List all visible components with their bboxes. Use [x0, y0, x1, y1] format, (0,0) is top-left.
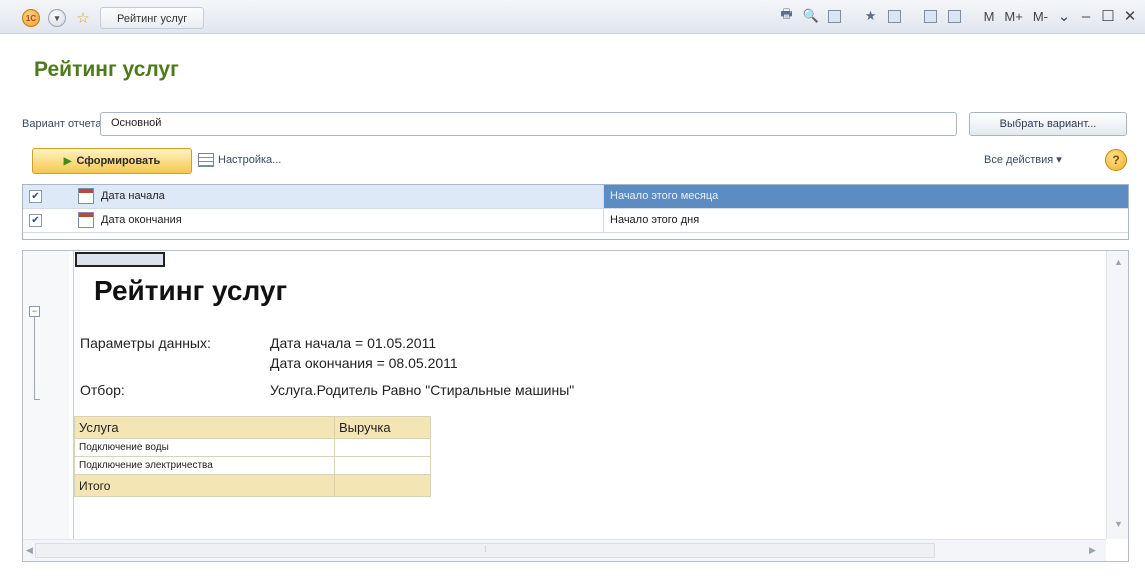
collapse-group-icon[interactable]: −	[29, 306, 40, 317]
generate-button-label: Сформировать	[76, 155, 161, 167]
favorites-star-icon[interactable]: ☆	[74, 9, 92, 27]
history-icon[interactable]	[885, 6, 905, 26]
calculator-icon[interactable]	[921, 6, 941, 26]
revenue-cell[interactable]	[334, 438, 431, 457]
filter-value: Услуга.Родитель Равно "Стиральные машины…	[270, 382, 575, 398]
settings-button[interactable]: Настройка...	[198, 153, 281, 167]
all-actions-menu[interactable]: Все действия ▾	[984, 153, 1062, 166]
total-label[interactable]: Итого	[74, 474, 335, 497]
save-icon[interactable]	[825, 6, 845, 26]
help-icon[interactable]: ?	[1105, 149, 1127, 171]
generate-button[interactable]: ▶ Сформировать	[32, 148, 192, 174]
memory-subtract-button[interactable]: M-	[1030, 9, 1051, 24]
add-favorite-icon[interactable]: ★	[861, 6, 881, 26]
revenue-cell[interactable]	[334, 456, 431, 475]
parameter-value: Начало этого дня	[610, 214, 700, 226]
calendar-icon	[78, 212, 94, 228]
parameter-name: Дата окончания	[101, 214, 182, 226]
window-tab[interactable]: Рейтинг услуг	[100, 7, 205, 29]
dropdown-icon[interactable]: ⌄	[1055, 7, 1073, 25]
memory-add-button[interactable]: M+	[1001, 9, 1025, 24]
print-icon[interactable]: 🖶	[777, 6, 797, 26]
parameters-table: ✔ Дата начала Начало этого месяца ✔ Дата…	[22, 184, 1129, 240]
table-row[interactable]: Подключение воды	[74, 438, 431, 457]
scroll-right-icon[interactable]: ▶	[1089, 545, 1096, 556]
total-row[interactable]: Итого	[74, 474, 431, 497]
grouping-gutter: −	[23, 251, 69, 539]
service-cell[interactable]: Подключение воды	[74, 438, 335, 457]
table-row[interactable]: Подключение электричества	[74, 456, 431, 475]
calendar-icon	[78, 188, 94, 204]
scroll-up-icon[interactable]: ▲	[1114, 257, 1123, 267]
title-bar: 1С ▾ ☆ Рейтинг услуг 🖶 🔍 ★ M M+ M- ⌄ – ☐…	[0, 0, 1145, 34]
scroll-thumb[interactable]: ⁝	[35, 543, 935, 558]
minimize-icon[interactable]: –	[1077, 8, 1095, 25]
settings-label: Настройка...	[218, 154, 282, 166]
parameter-value-cell[interactable]: Начало этого дня	[603, 209, 1128, 232]
parameter-checkbox[interactable]: ✔	[29, 190, 42, 203]
maximize-icon[interactable]: ☐	[1099, 7, 1117, 25]
scroll-down-icon[interactable]: ▼	[1114, 519, 1123, 529]
app-logo-icon[interactable]: 1С	[22, 9, 40, 27]
variant-field[interactable]: Основной	[100, 112, 957, 136]
report-table: Услуга Выручка Подключение воды Подключе…	[74, 416, 431, 497]
service-cell[interactable]: Подключение электричества	[74, 456, 335, 475]
memory-store-button[interactable]: M	[981, 9, 998, 24]
preview-icon[interactable]: 🔍	[801, 6, 821, 26]
parameter-row[interactable]: ✔ Дата начала Начало этого месяца	[23, 185, 1128, 209]
choose-variant-button[interactable]: Выбрать вариант...	[969, 112, 1127, 136]
calendar-icon[interactable]	[945, 6, 965, 26]
parameter-name: Дата начала	[101, 190, 165, 202]
page-title: Рейтинг услуг	[34, 58, 179, 81]
vertical-scrollbar[interactable]: ▲ ▼	[1106, 251, 1128, 539]
parameter-checkbox[interactable]: ✔	[29, 214, 42, 227]
parameter-value: Начало этого месяца	[610, 190, 719, 202]
param-start-date: Дата начала = 01.05.2011	[270, 335, 437, 351]
group-bracket	[34, 317, 40, 400]
column-header-service[interactable]: Услуга	[74, 416, 335, 439]
horizontal-scrollbar[interactable]: ◀ ⁝ ▶	[23, 539, 1106, 561]
variant-label: Вариант отчета:	[22, 118, 105, 130]
total-value[interactable]	[334, 474, 431, 497]
main-menu-button[interactable]: ▾	[48, 9, 66, 27]
selected-cell[interactable]	[75, 252, 165, 267]
close-icon[interactable]: ✕	[1121, 7, 1139, 25]
parameter-row[interactable]: ✔ Дата окончания Начало этого дня	[23, 209, 1128, 233]
column-header-revenue[interactable]: Выручка	[334, 416, 431, 439]
play-icon: ▶	[63, 156, 72, 167]
scroll-left-icon[interactable]: ◀	[26, 545, 33, 556]
report-document[interactable]: − Рейтинг услуг Параметры данных: Дата н…	[22, 250, 1129, 562]
params-label: Параметры данных:	[80, 335, 211, 351]
report-title: Рейтинг услуг	[94, 275, 288, 306]
report-sheet: Рейтинг услуг Параметры данных: Дата нач…	[73, 251, 1105, 539]
parameter-value-cell[interactable]: Начало этого месяца	[603, 185, 1128, 208]
settings-icon	[198, 153, 214, 167]
filter-label: Отбор:	[80, 382, 125, 398]
param-end-date: Дата окончания = 08.05.2011	[270, 355, 458, 371]
